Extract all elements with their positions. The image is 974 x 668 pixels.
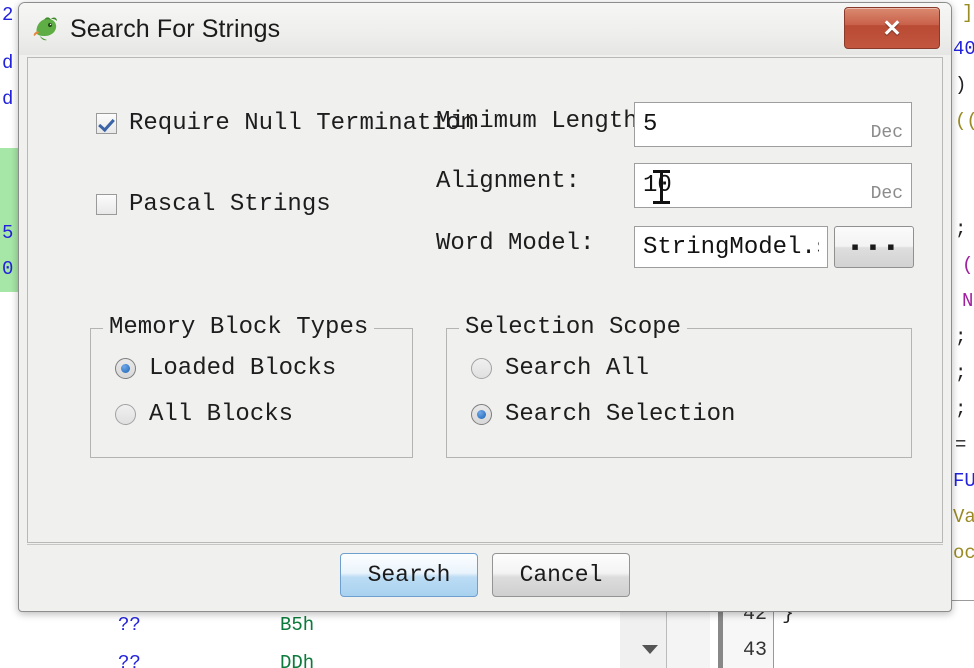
listing-value-cell: DDh xyxy=(280,652,315,668)
minimum-length-value: 5 xyxy=(643,111,658,138)
bg-left-fragment: 0 xyxy=(2,258,14,280)
close-button[interactable]: ✕ xyxy=(844,7,940,49)
require-null-termination-label: Require Null Termination xyxy=(129,110,475,137)
pascal-strings-checkbox[interactable]: Pascal Strings xyxy=(96,191,331,218)
radio-search-selection[interactable]: Search Selection xyxy=(471,401,735,428)
minimum-length-input[interactable]: 5 Dec xyxy=(634,102,912,147)
alignment-unit: Dec xyxy=(870,184,903,204)
radio-unselected-icon[interactable] xyxy=(471,358,492,379)
bg-right-fragment: ; xyxy=(955,218,967,240)
close-icon: ✕ xyxy=(882,14,902,41)
bg-right-fragment: ] xyxy=(962,2,974,24)
bg-right-fragment: (( xyxy=(955,110,974,132)
ghidra-dragon-icon xyxy=(31,14,61,44)
bg-right-fragment: ; xyxy=(955,398,967,420)
alignment-label: Alignment: xyxy=(436,168,581,195)
bg-right-fragment: FU xyxy=(953,470,974,492)
chevron-down-icon[interactable] xyxy=(642,645,658,654)
bg-right-fragment: Va xyxy=(953,506,974,528)
selection-scope-title: Selection Scope xyxy=(459,314,688,341)
bg-right-fragment: = xyxy=(955,434,967,456)
screen-root: 2 d d 5 0 ] 40 ) (( ; ( N ; ; ; = FU Va … xyxy=(0,0,974,668)
radio-search-all[interactable]: Search All xyxy=(471,355,649,382)
radio-selected-icon[interactable] xyxy=(115,358,136,379)
require-null-termination-checkbox[interactable]: Require Null Termination xyxy=(96,110,475,137)
minimum-length-unit: Dec xyxy=(870,123,903,143)
pascal-strings-label: Pascal Strings xyxy=(129,191,331,218)
minimum-length-label: Minimum Length: xyxy=(436,108,653,135)
cancel-button-label: Cancel xyxy=(519,562,603,588)
dialog-footer: Search Cancel xyxy=(27,544,943,605)
listing-bytes-cell: ?? xyxy=(118,614,141,636)
radio-selected-icon[interactable] xyxy=(471,404,492,425)
bg-right-fragment: oc xyxy=(953,542,974,564)
selection-scope-group: Selection Scope Search All Search Select… xyxy=(446,314,912,458)
dialog-title: Search For Strings xyxy=(70,14,281,43)
listing-bytes-cell: ?? xyxy=(118,652,141,668)
bg-right-fragment: ; xyxy=(955,326,967,348)
bg-left-fragment: d xyxy=(2,88,14,110)
bg-right-fragment: N xyxy=(962,290,974,312)
bg-right-fragment: ( xyxy=(962,254,974,276)
radio-loaded-blocks[interactable]: Loaded Blocks xyxy=(115,355,336,382)
word-model-label: Word Model: xyxy=(436,230,595,257)
bg-left-fragment: 5 xyxy=(2,222,14,244)
ellipsis-icon: ▪ ▪ ▪ xyxy=(851,234,897,259)
bg-right-fragment: 40 xyxy=(953,38,974,60)
memory-block-types-title: Memory Block Types xyxy=(103,314,375,341)
all-blocks-label: All Blocks xyxy=(149,401,294,428)
checkbox-unchecked-icon[interactable] xyxy=(96,194,117,215)
cancel-button[interactable]: Cancel xyxy=(492,553,630,597)
line-number: 43 xyxy=(742,639,767,662)
listing-value-cell: B5h xyxy=(280,614,315,636)
word-model-value: StringModel.sng xyxy=(643,233,819,261)
dialog-content: Require Null Termination Pascal Strings … xyxy=(27,57,943,543)
search-button-label: Search xyxy=(367,562,451,588)
bg-left-fragment: d xyxy=(2,52,14,74)
word-model-input[interactable]: StringModel.sng xyxy=(634,226,828,268)
search-button[interactable]: Search xyxy=(340,553,478,597)
search-selection-label: Search Selection xyxy=(505,401,736,428)
bg-right-fragment: ; xyxy=(955,362,967,384)
radio-unselected-icon[interactable] xyxy=(115,404,136,425)
alignment-input[interactable]: 10 Dec xyxy=(634,163,912,208)
bg-left-fragment: 2 xyxy=(2,4,14,26)
alignment-value: 10 xyxy=(643,172,672,199)
checkbox-checked-icon[interactable] xyxy=(96,113,117,134)
radio-all-blocks[interactable]: All Blocks xyxy=(115,401,293,428)
memory-block-types-group: Memory Block Types Loaded Blocks All Blo… xyxy=(90,314,413,458)
dialog-title-bar[interactable]: Search For Strings ✕ xyxy=(19,3,951,55)
search-for-strings-dialog: Search For Strings ✕ Require Null Termin… xyxy=(18,2,952,612)
loaded-blocks-label: Loaded Blocks xyxy=(149,355,337,382)
search-all-label: Search All xyxy=(505,355,650,382)
bg-right-fragment: ) xyxy=(955,74,967,96)
word-model-browse-button[interactable]: ▪ ▪ ▪ xyxy=(834,226,914,268)
